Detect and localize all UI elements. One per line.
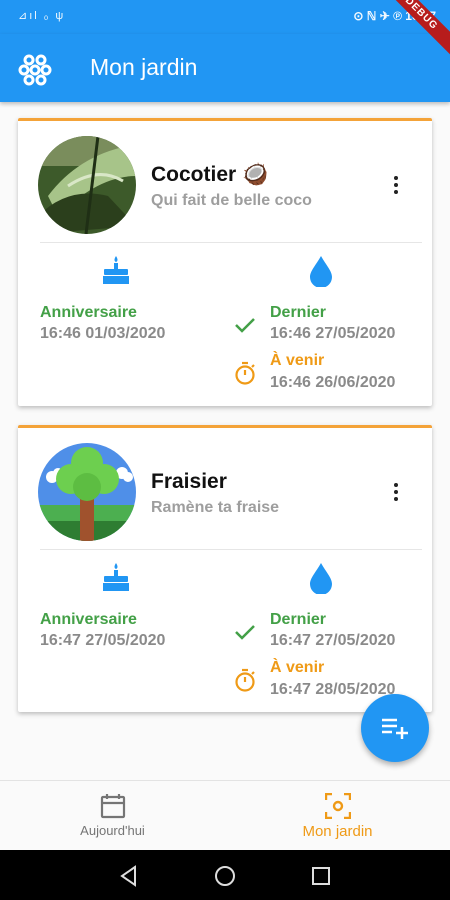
timer-icon [234,361,256,385]
next-watering-date: 16:46 26/06/2020 [270,374,396,391]
next-watering-label: À venir [270,659,325,676]
cake-icon [101,562,131,592]
more-options-icon[interactable] [386,480,406,504]
plant-card[interactable]: Cocotier 🥥 Qui fait de belle coco Annive… [18,118,432,406]
add-plant-button[interactable] [361,694,429,762]
recents-icon[interactable] [310,865,332,887]
playlist-add-icon [382,718,408,739]
scan-icon [324,793,351,819]
last-watering-date: 16:47 27/05/2020 [270,632,396,649]
status-bar: ⊿ıl ₀ ψ ⊙ ℕ ✈ ℗ 16:47 [0,0,450,34]
nav-my-garden-label: Mon jardin [302,823,373,840]
plant-photo [38,136,136,234]
anniversary-label: Anniversaire [40,304,137,321]
last-watering-date: 16:46 27/05/2020 [270,325,396,342]
divider [40,549,422,550]
last-watering-label: Dernier [270,304,327,321]
last-watering-label: Dernier [270,611,327,628]
plant-illustration [38,443,136,541]
anniversary-label: Anniversaire [40,611,137,628]
anniversary-date: 16:47 27/05/2020 [40,632,166,649]
calendar-icon [100,794,125,819]
plant-name: Cocotier 🥥 [151,163,269,186]
plant-subtitle: Qui fait de belle coco [151,192,312,209]
divider [40,242,422,243]
app-bar: Mon jardin [0,34,450,102]
plant-subtitle: Ramène ta fraise [151,499,280,516]
timer-icon [234,668,256,692]
flower-icon[interactable] [18,52,52,86]
back-icon[interactable] [118,865,140,887]
water-drop-icon [308,255,334,288]
system-navigation-bar [0,850,450,900]
plant-card[interactable]: Fraisier Ramène ta fraise Anniversaire 1… [18,425,432,712]
anniversary-date: 16:46 01/03/2020 [40,325,166,342]
next-watering-label: À venir [270,352,325,369]
nav-today-label: Aujourd'hui [80,823,145,838]
water-drop-icon [308,562,334,595]
nav-my-garden[interactable]: Mon jardin [225,781,450,851]
cake-icon [101,255,131,285]
plant-name: Fraisier [151,470,227,493]
check-icon [234,317,256,333]
next-watering-date: 16:47 28/05/2020 [270,681,396,698]
home-icon[interactable] [214,865,236,887]
bottom-navigation: Aujourd'hui Mon jardin [0,780,450,850]
nav-today[interactable]: Aujourd'hui [0,781,225,851]
status-left-icons: ⊿ıl ₀ ψ [18,10,66,22]
check-icon [234,624,256,640]
more-options-icon[interactable] [386,173,406,197]
page-title: Mon jardin [90,54,198,80]
